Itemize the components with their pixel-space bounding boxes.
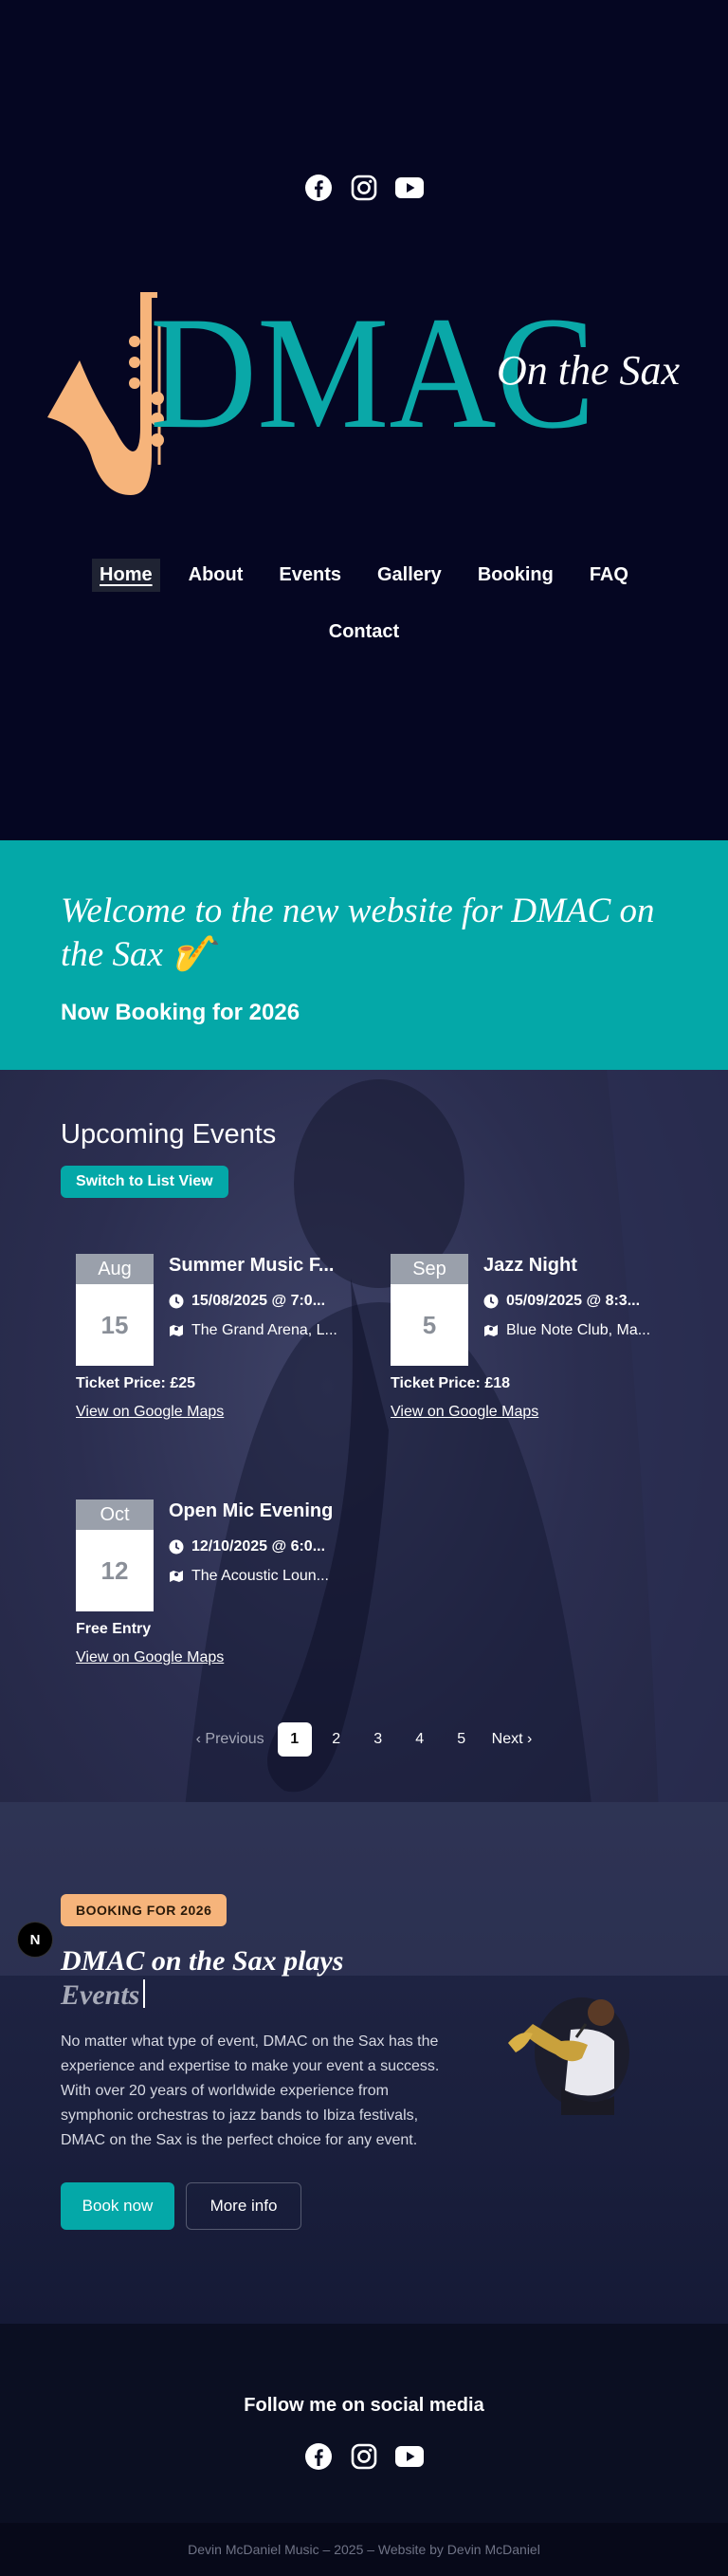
- event-datetime: 05/09/2025 @ 8:3...: [506, 1293, 641, 1309]
- follow-title: Follow me on social media: [244, 2395, 484, 2416]
- event-card[interactable]: Sep 5 Jazz Night 05/09/2025 @ 8:3... Blu…: [391, 1254, 665, 1434]
- welcome-heading: Welcome to the new website for DMAC on t…: [61, 892, 655, 974]
- facebook-icon[interactable]: [303, 2441, 334, 2472]
- pagination-page-2[interactable]: 2: [319, 1722, 354, 1757]
- welcome-banner: Welcome to the new website for DMAC on t…: [0, 840, 728, 1070]
- google-maps-link[interactable]: View on Google Maps: [76, 1404, 224, 1421]
- clock-icon: [169, 1539, 184, 1555]
- event-month: Aug: [76, 1254, 154, 1284]
- main-nav: Home About Events Gallery Booking FAQ Co…: [0, 556, 728, 651]
- event-price: Ticket Price: £18: [391, 1375, 511, 1391]
- booking-description: No matter what type of event, DMAC on th…: [61, 2033, 440, 2148]
- pagination-page-5[interactable]: 5: [445, 1722, 479, 1757]
- event-name: Jazz Night: [483, 1255, 577, 1276]
- chevron-left-icon: ‹: [195, 1731, 206, 1747]
- event-location: The Grand Arena, L...: [191, 1322, 337, 1338]
- event-name: Summer Music F...: [169, 1255, 335, 1276]
- event-date-box: Aug 15: [76, 1254, 154, 1366]
- site-header: DMAC On the Sax Home About Events Galler…: [0, 0, 728, 840]
- instagram-icon[interactable]: [349, 173, 379, 203]
- booking-section: BOOKING FOR 2026 DMAC on the Sax plays E…: [0, 1802, 728, 2324]
- event-price: Free Entry: [76, 1621, 152, 1637]
- event-datetime: 12/10/2025 @ 6:0...: [191, 1538, 326, 1555]
- youtube-icon[interactable]: [394, 2441, 425, 2472]
- switch-to-list-view-button[interactable]: Switch to List View: [61, 1166, 228, 1198]
- pagination-page-1[interactable]: 1: [277, 1722, 312, 1757]
- nav-faq[interactable]: FAQ: [582, 559, 636, 592]
- nav-booking[interactable]: Booking: [470, 559, 561, 592]
- instagram-icon[interactable]: [349, 2441, 379, 2472]
- facebook-icon[interactable]: [303, 173, 334, 203]
- map-icon: [170, 1325, 183, 1336]
- social-links-bottom: [0, 2441, 728, 2472]
- book-now-button[interactable]: Book now: [61, 2182, 174, 2230]
- event-price: Ticket Price: £25: [76, 1375, 196, 1391]
- map-icon: [484, 1325, 498, 1336]
- pagination-page-4[interactable]: 4: [403, 1722, 437, 1757]
- event-day: 12: [100, 1555, 129, 1585]
- google-maps-link[interactable]: View on Google Maps: [391, 1404, 538, 1421]
- event-month: Sep: [391, 1254, 468, 1284]
- nav-events[interactable]: Events: [271, 559, 349, 592]
- typing-cursor: [143, 1979, 146, 2008]
- event-month: Oct: [76, 1500, 154, 1530]
- pagination-previous[interactable]: ‹ Previous: [191, 1722, 270, 1757]
- more-info-button[interactable]: More info: [186, 2182, 301, 2230]
- copyright-bar: Devin McDaniel Music – 2025 – Website by…: [0, 2523, 728, 2576]
- nav-home[interactable]: Home: [92, 558, 160, 592]
- google-maps-link[interactable]: View on Google Maps: [76, 1649, 224, 1666]
- clock-icon: [483, 1294, 499, 1309]
- welcome-subheading: Now Booking for 2026: [61, 1000, 300, 1025]
- saxophone-icon: [47, 292, 164, 495]
- nav-contact[interactable]: Contact: [321, 616, 407, 649]
- map-icon: [170, 1571, 183, 1582]
- booking-badge: BOOKING FOR 2026: [61, 1894, 228, 1926]
- event-card[interactable]: Aug 15 Summer Music F... 15/08/2025 @ 7:…: [76, 1254, 351, 1434]
- logo-tagline: On the Sax: [497, 347, 681, 394]
- event-location: Blue Note Club, Ma...: [506, 1322, 651, 1338]
- clock-icon: [169, 1294, 184, 1309]
- booking-title: DMAC on the Sax plays: [61, 1945, 344, 1977]
- youtube-icon[interactable]: [394, 173, 425, 203]
- nav-gallery[interactable]: Gallery: [370, 559, 449, 592]
- chevron-right-icon: ›: [522, 1731, 533, 1747]
- events-title: Upcoming Events: [61, 1119, 277, 1150]
- event-name: Open Mic Evening: [169, 1500, 334, 1521]
- event-location: The Acoustic Loun...: [191, 1568, 329, 1584]
- social-links-top: [0, 173, 728, 203]
- event-date-box: Oct 12: [76, 1500, 154, 1611]
- saxophonist-image: [508, 1997, 629, 2115]
- event-card[interactable]: Oct 12 Open Mic Evening 12/10/2025 @ 6:0…: [76, 1500, 351, 1680]
- booking-title-typed: Events: [61, 1978, 146, 2013]
- event-day: 15: [100, 1310, 129, 1339]
- event-date-box: Sep 5: [391, 1254, 468, 1366]
- pagination-next[interactable]: Next ›: [486, 1722, 538, 1757]
- site-logo[interactable]: DMAC On the Sax: [46, 284, 690, 503]
- pagination: ‹ Previous 1 2 3 4 5 Next ›: [0, 1722, 728, 1757]
- nav-about[interactable]: About: [181, 559, 251, 592]
- event-datetime: 15/08/2025 @ 7:0...: [191, 1293, 326, 1309]
- event-day: 5: [422, 1310, 437, 1339]
- pagination-page-3[interactable]: 3: [361, 1722, 395, 1757]
- floating-n-badge[interactable]: N: [17, 1922, 53, 1958]
